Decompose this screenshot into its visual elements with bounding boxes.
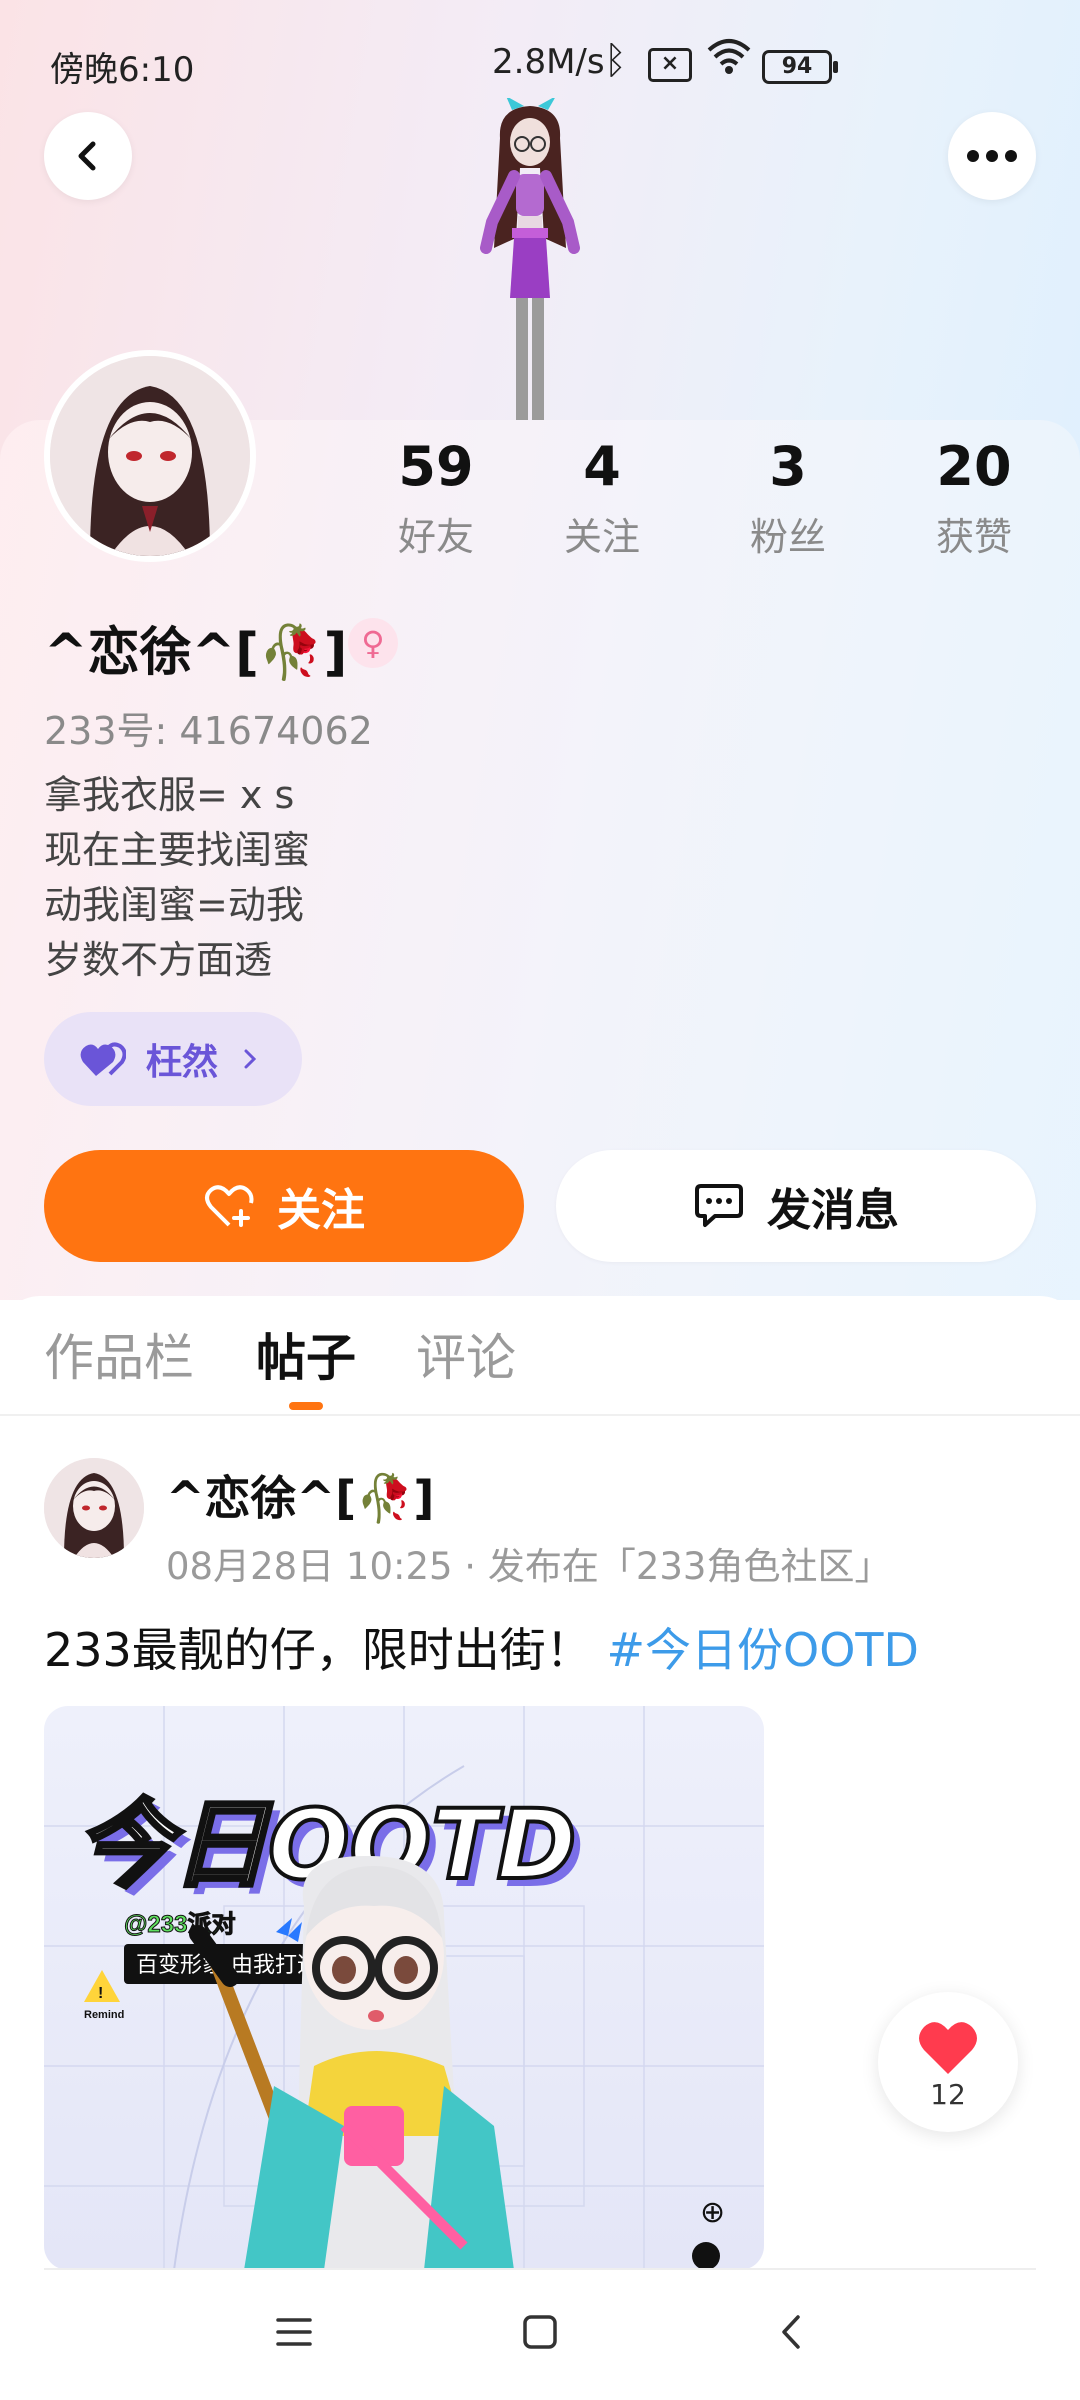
bio-line: 岁数不方面透 — [44, 938, 273, 982]
avatar-image — [44, 1458, 144, 1558]
profile-avatar[interactable] — [44, 350, 256, 562]
sim-off-icon: × — [648, 48, 692, 82]
profile-nickname: ^恋徐^[🥀] — [44, 623, 348, 683]
post-image[interactable]: @233派对 百变形象 由我打造! ! Remind 今日OOTD 今日OOTD… — [44, 1706, 764, 2270]
like-count: 12 — [930, 2078, 966, 2111]
heart-pair-icon — [80, 1042, 126, 1076]
stat-label: 好友 — [397, 515, 474, 559]
globe-icon: ⊕ — [700, 2195, 725, 2230]
battery-icon: 94 — [762, 50, 838, 84]
post-author-avatar[interactable] — [44, 1458, 144, 1558]
tab-works[interactable]: 作品栏 — [44, 1318, 194, 1390]
stat-label: 关注 — [563, 515, 640, 559]
ootd-image: @233派对 百变形象 由我打造! ! Remind 今日OOTD 今日OOTD… — [44, 1706, 764, 2270]
profile-uid: 233号: 41674062 — [44, 709, 373, 753]
chat-bubble-icon — [695, 1184, 743, 1227]
stat-fans[interactable]: 3 粉丝 — [718, 432, 858, 561]
ellipsis-icon — [967, 150, 1017, 162]
profile-bio: 拿我衣服= x s 现在主要找闺蜜 动我闺蜜=动我 岁数不方面透 — [44, 768, 310, 988]
profile-tabs: 作品栏 帖子 评论 — [0, 1318, 1080, 1414]
female-gender-icon: ♀ — [348, 618, 398, 668]
send-message-button[interactable]: 发消息 — [556, 1150, 1036, 1262]
ootd-sub-tag: @233派对 — [124, 1911, 235, 1938]
chevron-right-icon — [244, 1049, 257, 1069]
send-message-label: 发消息 — [767, 1185, 899, 1236]
svg-text:!: ! — [98, 1985, 103, 2002]
post-hashtag[interactable]: #今日份OOTD — [606, 1623, 918, 1677]
follow-button-label: 关注 — [277, 1185, 365, 1236]
tab-posts[interactable]: 帖子 — [256, 1318, 356, 1390]
wifi-icon — [706, 36, 752, 85]
status-net-speed: 2.8M/s — [492, 42, 605, 82]
home-icon[interactable] — [522, 2314, 558, 2350]
character-3d-avatar[interactable] — [440, 98, 620, 420]
post-body: 233最靓的仔，限时出街！ — [44, 1623, 592, 1677]
system-nav-bar — [0, 2270, 1080, 2400]
heart-plus-icon — [205, 1185, 254, 1227]
active-tab-indicator — [289, 1402, 323, 1410]
tab-comments[interactable]: 评论 — [416, 1318, 516, 1390]
back-icon[interactable] — [774, 2314, 810, 2350]
stat-likes[interactable]: 20 获赞 — [904, 432, 1044, 561]
stat-label: 获赞 — [935, 515, 1012, 559]
back-button[interactable] — [44, 112, 132, 200]
status-time: 傍晚6:10 — [50, 50, 195, 90]
stat-value: 59 — [398, 435, 474, 498]
like-button[interactable]: 12 — [878, 1992, 1018, 2132]
bluetooth-icon: ᛒ — [604, 38, 627, 82]
avatar-image — [50, 356, 250, 556]
stat-friends[interactable]: 59 好友 — [366, 432, 506, 561]
bio-line: 动我闺蜜=动我 — [44, 883, 304, 927]
bio-line: 现在主要找闺蜜 — [44, 828, 311, 872]
chevron-left-icon — [78, 141, 96, 171]
stat-value: 4 — [583, 435, 621, 498]
follow-button[interactable]: 关注 — [44, 1150, 524, 1262]
stat-following[interactable]: 4 关注 — [532, 432, 672, 561]
relationship-tag-label: 枉然 — [146, 1042, 219, 1083]
ootd-remind: Remind — [84, 2009, 124, 2021]
post-author-name[interactable]: ^恋徐^[🥀] — [166, 1462, 434, 1528]
relationship-tag[interactable]: 枉然 — [44, 1012, 302, 1106]
post-text: 233最靓的仔，限时出街！ #今日份OOTD — [44, 1614, 919, 1680]
divider — [0, 1414, 1080, 1416]
post-meta: 08月28日 10:25 · 发布在「233角色社区」 — [166, 1545, 892, 1588]
heart-icon — [919, 2022, 977, 2074]
stat-label: 粉丝 — [749, 515, 826, 559]
more-button[interactable] — [948, 112, 1036, 200]
stat-value: 20 — [936, 435, 1012, 498]
menu-icon[interactable] — [276, 2314, 312, 2350]
stat-value: 3 — [769, 435, 807, 498]
bio-line: 拿我衣服= x s — [44, 773, 295, 817]
